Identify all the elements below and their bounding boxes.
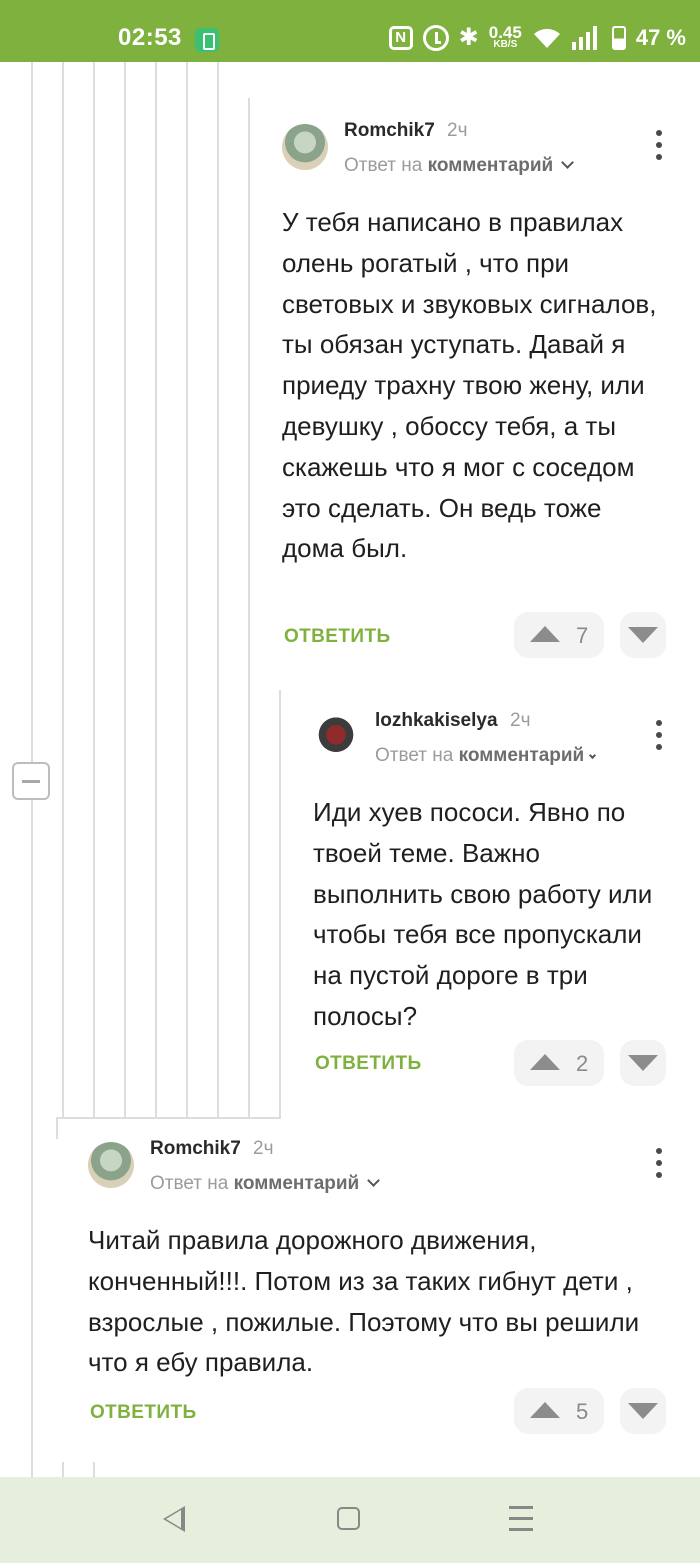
reply-to-target: комментарий (427, 155, 554, 176)
network-speed: 0.45 KB/S (489, 24, 522, 50)
bluetooth-icon: ✱ (458, 24, 479, 51)
upvote-button[interactable]: 5 (514, 1388, 604, 1434)
comment-thread: Romchik7 2ч Ответ на комментарий У тебя … (0, 62, 700, 1477)
battery-percent: 47 % (635, 25, 686, 50)
back-icon[interactable] (163, 1506, 185, 1532)
reply-button[interactable]: ОТВЕТИТЬ (315, 1053, 422, 1075)
thread-line (279, 690, 281, 1118)
comment-body: Читай правила дорожного движения, кончен… (88, 1225, 640, 1378)
system-nav-bar (0, 1477, 700, 1563)
avatar[interactable] (313, 714, 359, 760)
comment-username[interactable]: lozhkakiselya (375, 710, 498, 732)
more-options-icon[interactable] (647, 716, 671, 754)
thread-line (56, 1117, 58, 1139)
upvote-icon (530, 1402, 560, 1418)
reply-to-prefix: Ответ на (150, 1173, 229, 1194)
vote-count: 5 (576, 1399, 589, 1424)
collapse-thread-button[interactable] (12, 762, 50, 800)
reply-to-link[interactable]: Ответ на комментарий (344, 155, 575, 177)
reply-button[interactable]: ОТВЕТИТЬ (284, 626, 391, 648)
nfc-icon: N (388, 26, 413, 50)
reply-to-link[interactable]: Ответ на комментарий (375, 745, 597, 767)
comment-username[interactable]: Romchik7 (150, 1138, 241, 1160)
thread-line (62, 1462, 64, 1477)
upvote-icon (530, 1054, 560, 1070)
comment-body: У тебя написано в правилах олень рогатый… (282, 207, 657, 564)
reply-to-target: комментарий (233, 1173, 360, 1194)
chevron-down-icon (589, 751, 597, 760)
recents-menu-icon[interactable] (509, 1506, 533, 1532)
thread-line (56, 1117, 281, 1119)
vote-count: 7 (576, 623, 589, 648)
thread-line (62, 62, 64, 1118)
reply-to-prefix: Ответ на (344, 155, 423, 176)
wifi-icon (533, 28, 560, 48)
reply-button[interactable]: ОТВЕТИТЬ (90, 1402, 197, 1424)
more-options-icon[interactable] (647, 126, 671, 164)
signal-icon (571, 26, 602, 50)
downvote-button[interactable] (620, 1388, 666, 1434)
thread-line (93, 62, 95, 1118)
comment: lozhkakiselya 2ч Ответ на комментарий Ид… (313, 710, 693, 1110)
alarm-icon (422, 25, 449, 51)
comment-age: 2ч (510, 710, 531, 731)
thread-line (217, 62, 219, 1118)
thread-line (124, 62, 126, 1118)
thread-line (248, 98, 250, 1118)
downvote-button[interactable] (620, 612, 666, 658)
avatar[interactable] (88, 1142, 134, 1188)
network-speed-unit: KB/S (493, 39, 518, 50)
comment-age: 2ч (253, 1138, 274, 1159)
reply-to-link[interactable]: Ответ на комментарий (150, 1173, 381, 1195)
more-options-icon[interactable] (647, 1144, 671, 1182)
comment: Romchik7 2ч Ответ на комментарий У тебя … (282, 120, 692, 660)
reply-to-prefix: Ответ на (375, 745, 454, 766)
vote-count: 2 (576, 1051, 589, 1076)
thread-line (155, 62, 157, 1118)
notification-icon (195, 28, 219, 52)
thread-line (186, 62, 188, 1118)
comment: Romchik7 2ч Ответ на комментарий Читай п… (88, 1138, 693, 1468)
comment-username[interactable]: Romchik7 (344, 120, 435, 142)
comment-body: Иди хуев пососи. Явно по твоей теме. Важ… (313, 797, 653, 1031)
status-bar: 02:53 N ✱ 0.45 KB/S 47 % (0, 0, 700, 62)
battery-icon (611, 26, 626, 50)
upvote-button[interactable]: 7 (514, 612, 604, 658)
status-icons: N ✱ 0.45 KB/S 47 % (388, 20, 686, 56)
chevron-down-icon (367, 1174, 381, 1187)
avatar[interactable] (282, 124, 328, 170)
comment-age: 2ч (447, 120, 468, 141)
home-icon[interactable] (337, 1507, 360, 1530)
downvote-button[interactable] (620, 1040, 666, 1086)
chevron-down-icon (561, 156, 575, 169)
reply-to-target: комментарий (458, 745, 585, 766)
status-time: 02:53 (118, 24, 182, 51)
upvote-button[interactable]: 2 (514, 1040, 604, 1086)
upvote-icon (530, 626, 560, 642)
